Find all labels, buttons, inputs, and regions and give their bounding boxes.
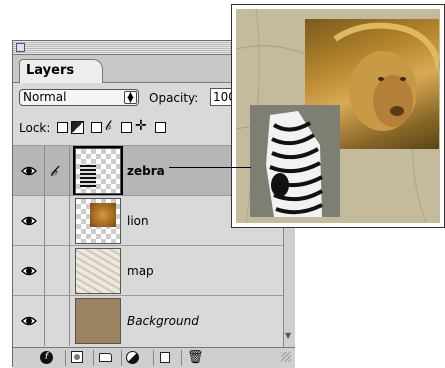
link-brush-cell[interactable]: 𝒷 (44, 146, 70, 196)
visibility-toggle[interactable] (16, 246, 42, 298)
opacity-label: Opacity: (149, 91, 199, 105)
eye-icon (21, 166, 37, 176)
lock-label: Lock: (19, 121, 51, 135)
brush-icon: 𝒷 (105, 118, 112, 134)
mask-icon (71, 351, 83, 363)
palette-button-bar: f 🗑 (13, 347, 295, 368)
move-icon: ✛ (135, 118, 147, 134)
link-brush-cell[interactable] (44, 296, 70, 346)
visibility-toggle[interactable] (16, 296, 42, 348)
close-box-icon[interactable] (16, 43, 25, 52)
link-brush-cell[interactable] (44, 196, 70, 246)
fx-icon: f (40, 351, 53, 364)
layer-thumbnail (73, 146, 123, 196)
zebra-image (250, 105, 340, 217)
add-mask-button[interactable] (65, 350, 87, 366)
layer-row-background[interactable]: Background (13, 295, 295, 348)
visibility-toggle[interactable] (16, 196, 42, 248)
tab-layers[interactable]: Layers (19, 59, 103, 83)
layer-thumbnail (75, 298, 121, 344)
layer-name[interactable]: Background (127, 314, 199, 328)
eye-icon (21, 216, 37, 226)
lion-thumb-icon (90, 203, 116, 227)
visibility-toggle[interactable] (16, 146, 42, 198)
layer-thumbnail (75, 198, 121, 244)
eye-icon (21, 316, 37, 326)
zebra-stripes-icon (250, 105, 340, 217)
delete-layer-button[interactable]: 🗑 (181, 350, 204, 366)
blend-mode-value: Normal (23, 90, 67, 104)
layer-thumbnail (75, 248, 121, 294)
callout-line (169, 167, 251, 168)
new-layer-button[interactable] (153, 350, 175, 366)
layer-name[interactable]: zebra (127, 164, 165, 178)
layer-row-map[interactable]: map (13, 245, 295, 298)
image-canvas-window (231, 4, 445, 228)
trash-icon: 🗑 (187, 350, 204, 365)
lock-all-checkbox[interactable] (155, 122, 166, 133)
resize-grip-icon[interactable] (281, 352, 291, 362)
new-layer-icon (160, 352, 170, 363)
layer-name[interactable]: lion (127, 214, 149, 228)
new-fill-adjustment-button[interactable] (121, 350, 143, 366)
map-background (236, 9, 442, 223)
new-set-button[interactable] (93, 350, 115, 366)
scroll-down-arrow-icon[interactable]: ▼ (285, 331, 291, 340)
chevron-updown-icon: ▲ ▼ (124, 91, 137, 104)
layer-name[interactable]: map (127, 264, 154, 278)
eye-icon (21, 266, 37, 276)
adjustment-icon (126, 351, 139, 364)
zebra-thumb-icon (80, 165, 96, 187)
lock-position-checkbox[interactable] (121, 122, 132, 133)
layer-effects-button[interactable]: f (37, 350, 59, 366)
blend-mode-select[interactable]: Normal ▲ ▼ (19, 89, 139, 106)
link-brush-cell[interactable] (44, 246, 70, 296)
folder-icon (99, 353, 112, 362)
transparency-icon (71, 121, 84, 134)
lock-transparency-checkbox[interactable] (57, 122, 68, 133)
lock-image-checkbox[interactable] (91, 122, 102, 133)
paintbrush-icon: 𝒷 (50, 162, 57, 180)
